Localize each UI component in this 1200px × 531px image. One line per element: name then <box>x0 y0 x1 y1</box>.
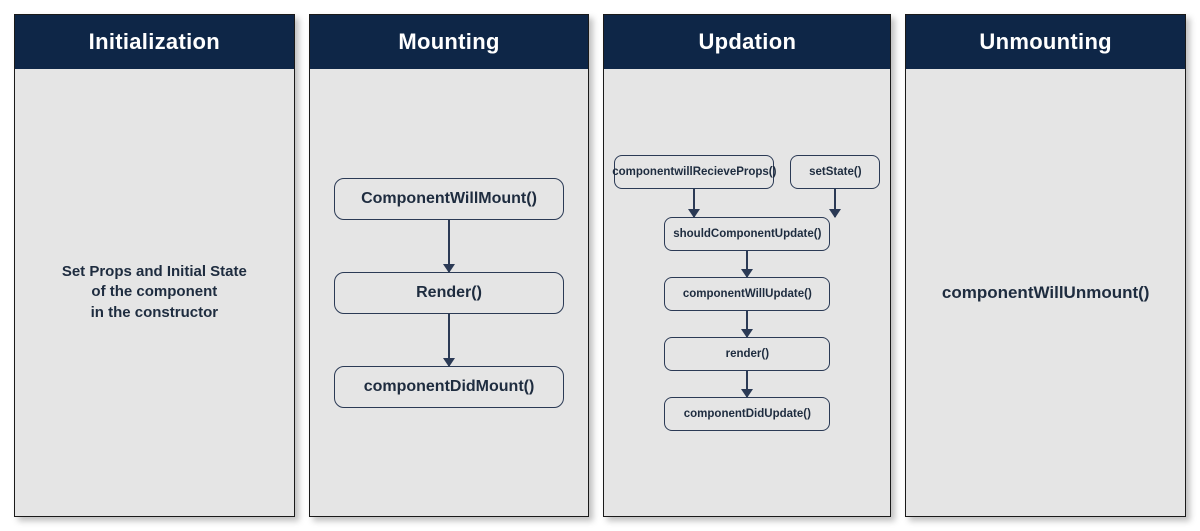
node-component-did-update: componentDidUpdate() <box>664 397 830 431</box>
node-render-update: render() <box>664 337 830 371</box>
arrow-down-icon <box>746 371 748 397</box>
panel-header-mounting: Mounting <box>310 15 589 69</box>
panel-body-mounting: ComponentWillMount() Render() componentD… <box>310 69 589 516</box>
panel-body-updation: componentwillRecieveProps() setState() s… <box>604 69 890 516</box>
arrow-down-icon <box>746 251 748 277</box>
initialization-line-3: in the constructor <box>91 304 219 321</box>
node-component-will-receive-props: componentwillRecieveProps() <box>614 155 774 189</box>
node-component-will-update: componentWillUpdate() <box>664 277 830 311</box>
node-component-did-mount: componentDidMount() <box>334 366 564 408</box>
panel-body-unmounting: componentWillUnmount() <box>906 69 1185 516</box>
node-component-will-mount: ComponentWillMount() <box>334 178 564 220</box>
panel-header-initialization: Initialization <box>15 15 294 69</box>
panel-header-unmounting: Unmounting <box>906 15 1185 69</box>
node-render: Render() <box>334 272 564 314</box>
panel-updation: Updation componentwillRecieveProps() set… <box>603 14 891 517</box>
updation-top-arrows <box>614 189 880 217</box>
arrow-down-icon <box>693 189 695 217</box>
node-set-state: setState() <box>790 155 880 189</box>
node-component-will-unmount: componentWillUnmount() <box>942 283 1150 303</box>
initialization-description: Set Props and Initial State of the compo… <box>62 262 247 323</box>
arrow-down-icon <box>448 314 450 366</box>
updation-top-row: componentwillRecieveProps() setState() <box>614 155 880 189</box>
panel-body-initialization: Set Props and Initial State of the compo… <box>15 69 294 516</box>
panel-mounting: Mounting ComponentWillMount() Render() c… <box>309 14 590 517</box>
panel-header-updation: Updation <box>604 15 890 69</box>
panel-unmounting: Unmounting componentWillUnmount() <box>905 14 1186 517</box>
arrow-down-icon <box>448 220 450 272</box>
arrow-down-icon <box>834 189 836 217</box>
initialization-line-1: Set Props and Initial State <box>62 263 247 280</box>
initialization-line-2: of the component <box>91 283 217 300</box>
node-should-component-update: shouldComponentUpdate() <box>664 217 830 251</box>
arrow-down-icon <box>746 311 748 337</box>
panel-initialization: Initialization Set Props and Initial Sta… <box>14 14 295 517</box>
